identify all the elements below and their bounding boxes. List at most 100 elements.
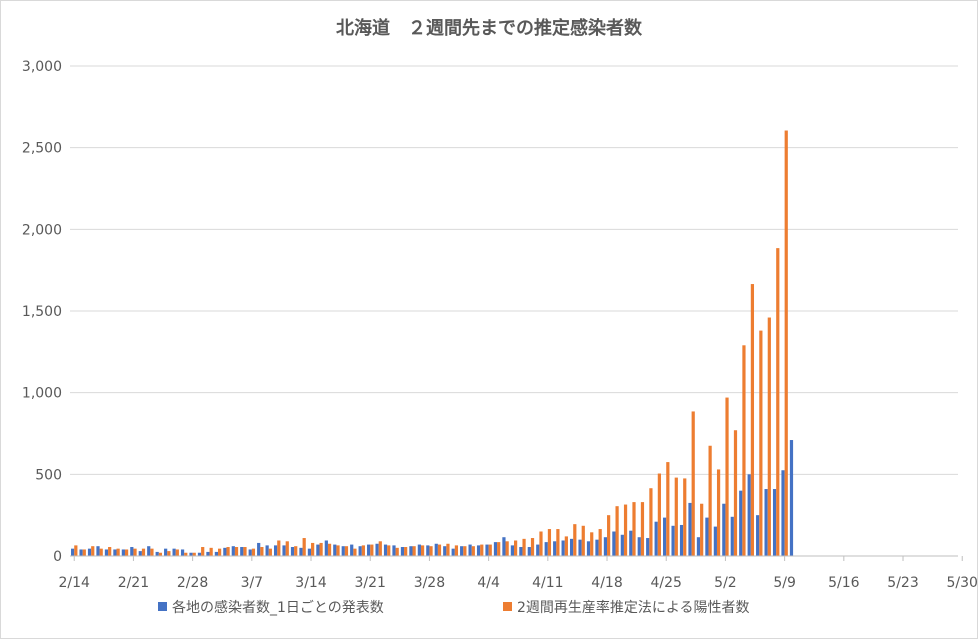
bar-reported xyxy=(130,547,134,556)
bar-reported xyxy=(510,545,514,556)
legend-swatch-estimated xyxy=(503,602,512,611)
x-tick-label: 2/21 xyxy=(118,575,149,591)
bar-reported xyxy=(240,547,244,556)
bar-reported xyxy=(206,551,210,556)
bar-estimated xyxy=(361,545,365,556)
chart-title: 北海道 ２週間先までの推定感染者数 xyxy=(336,17,643,39)
bar-reported xyxy=(671,525,675,556)
bar-reported xyxy=(409,546,413,556)
bar-reported xyxy=(663,517,667,556)
bar-estimated xyxy=(420,545,425,556)
bar-reported xyxy=(451,548,455,556)
x-tick-label: 3/7 xyxy=(241,575,264,591)
bar-reported xyxy=(722,503,726,556)
bar-estimated xyxy=(488,544,492,556)
bar-reported xyxy=(688,502,692,556)
bar-estimated xyxy=(319,542,323,556)
bar-reported xyxy=(646,538,650,556)
bar-reported xyxy=(612,531,616,556)
bar-reported xyxy=(155,551,159,556)
bar-estimated xyxy=(404,547,408,556)
bar-reported xyxy=(223,547,227,556)
bar-reported xyxy=(637,537,641,556)
bar-reported xyxy=(578,539,582,556)
x-tick-label: 5/16 xyxy=(828,575,860,591)
bar-estimated xyxy=(141,548,146,556)
bar-estimated xyxy=(607,515,611,556)
bar-estimated xyxy=(327,543,332,556)
bar-reported xyxy=(367,544,371,556)
bar-reported xyxy=(257,542,261,556)
bar-estimated xyxy=(311,542,315,556)
bar-estimated xyxy=(471,546,475,556)
x-tick-label: 3/14 xyxy=(295,575,327,591)
bar-estimated xyxy=(547,529,552,556)
x-tick-label: 5/9 xyxy=(773,575,796,591)
bar-estimated xyxy=(234,547,239,556)
bar-reported xyxy=(426,545,430,556)
bar-estimated xyxy=(124,549,129,556)
bar-reported xyxy=(79,549,83,556)
bar-reported xyxy=(400,547,405,556)
bar-chart: 北海道 ２週間先までの推定感染者数 0 500 1,000 1,500 2,000 2,5… xyxy=(22,17,978,616)
bar-estimated xyxy=(387,545,391,556)
bar-estimated xyxy=(581,525,585,556)
bar-reported xyxy=(138,551,142,556)
bar-reported xyxy=(290,547,295,556)
bar-estimated xyxy=(640,502,645,556)
x-tick-label: 5/23 xyxy=(887,575,918,591)
x-tick-label: 3/21 xyxy=(355,575,386,591)
bar-reported xyxy=(629,530,633,556)
bar-reported xyxy=(713,526,717,556)
bar-reported xyxy=(485,544,489,556)
bar-reported xyxy=(536,544,540,556)
bar-estimated xyxy=(742,345,746,556)
bar-reported xyxy=(147,546,151,556)
y-tick-label: 500 xyxy=(35,467,62,483)
bar-estimated xyxy=(733,430,738,556)
bar-estimated xyxy=(108,547,112,556)
bar-reported xyxy=(443,546,447,556)
bar-reported xyxy=(764,489,768,556)
bar-estimated xyxy=(243,547,247,556)
bar-reported xyxy=(730,516,734,556)
bar-reported xyxy=(96,546,100,556)
x-tick-label: 4/18 xyxy=(591,575,622,591)
bar-reported xyxy=(561,540,565,556)
bar-estimated xyxy=(480,544,484,556)
bar-reported xyxy=(350,544,354,556)
bar-reported xyxy=(104,549,109,556)
bar-reported xyxy=(358,546,362,556)
bar-estimated xyxy=(716,469,721,556)
bar-estimated xyxy=(708,445,712,556)
y-tick-label: 1,500 xyxy=(22,304,62,320)
y-tick-label: 0 xyxy=(53,549,62,565)
bar-reported xyxy=(71,548,75,556)
bar-estimated xyxy=(150,548,154,556)
bar-estimated xyxy=(759,330,763,556)
bar-estimated xyxy=(767,317,771,556)
bar-estimated xyxy=(522,538,526,556)
y-tick-label: 3,000 xyxy=(22,59,62,75)
bar-reported xyxy=(696,537,701,556)
legend-label-estimated: 2週間再生産率推定法による陽性者数 xyxy=(517,599,750,616)
y-tick-label: 2,500 xyxy=(22,141,62,157)
y-axis-ticks: 0 500 1,000 1,500 2,000 2,500 3,000 xyxy=(22,59,62,565)
bar-estimated xyxy=(116,548,120,556)
bar-reported xyxy=(273,545,278,556)
bar-estimated xyxy=(395,547,399,556)
y-tick-label: 2,000 xyxy=(22,222,62,238)
y-tick-label: 1,000 xyxy=(22,386,62,402)
bar-reported xyxy=(789,440,794,556)
bar-reported xyxy=(586,541,591,556)
bar-reported xyxy=(333,544,337,556)
bar-estimated xyxy=(454,545,459,556)
bar-reported xyxy=(519,547,523,556)
bar-reported xyxy=(527,547,531,556)
bar-reported xyxy=(383,544,388,556)
bar-reported xyxy=(282,545,286,556)
legend-swatch-reported xyxy=(158,602,167,611)
bar-estimated xyxy=(649,488,653,556)
bar-reported xyxy=(569,538,574,556)
bar-estimated xyxy=(463,546,467,556)
